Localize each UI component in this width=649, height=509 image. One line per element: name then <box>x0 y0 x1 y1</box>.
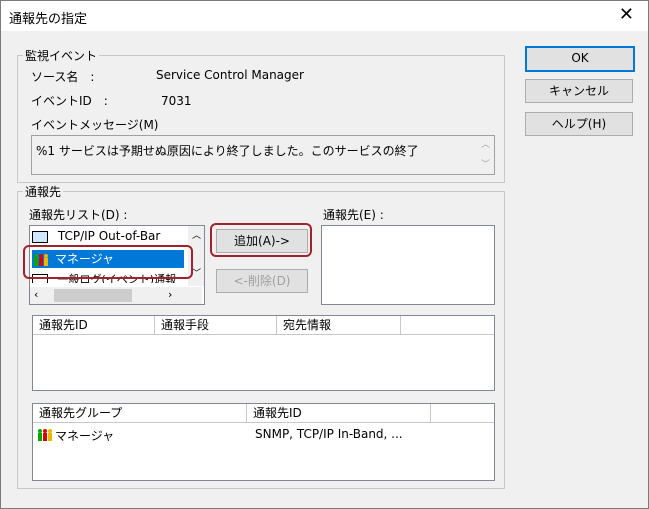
destination-label: 通報先(E) : <box>323 208 384 222</box>
title-bar: 通報先の指定 ✕ <box>1 1 648 31</box>
message-scrollbar[interactable]: ︿ ﹀ <box>478 136 494 174</box>
cancel-button[interactable]: キャンセル <box>525 79 633 103</box>
destination-legend: 通報先 <box>23 183 64 200</box>
column-header-group-ids[interactable]: 通報先ID <box>247 404 431 423</box>
eventid-label: イベントID : <box>31 94 108 108</box>
column-header-filler <box>401 316 494 335</box>
list-hscrollbar[interactable]: ‹ › <box>30 287 202 304</box>
scroll-down-icon[interactable]: ﹀ <box>192 266 201 279</box>
remove-button[interactable]: <-削除(D) <box>216 269 308 293</box>
group-name: マネージャ <box>55 429 115 443</box>
group-ids: SNMP, TCP/IP In-Band, ... <box>255 427 403 441</box>
ok-button[interactable]: OK <box>525 46 635 72</box>
computer-icon <box>32 230 48 243</box>
help-button[interactable]: ヘルプ(H) <box>525 112 633 136</box>
column-header-method[interactable]: 通報手段 <box>155 316 277 335</box>
list-selection-highlight <box>23 245 193 279</box>
scroll-right-icon[interactable]: › <box>168 288 172 301</box>
list-item-label: TCP/IP Out-of-Bar <box>57 229 161 243</box>
destination-detail-table[interactable]: 通報先ID 通報手段 宛先情報 <box>32 315 495 391</box>
source-label: ソース名 : <box>31 70 95 84</box>
column-header-filler <box>431 404 494 423</box>
destination-box[interactable] <box>321 225 495 305</box>
scroll-up-icon[interactable]: ︿ <box>481 137 490 150</box>
message-box[interactable]: %1 サービスは予期せぬ原因により終了しました。このサービスの終了 ︿ ﹀ <box>31 135 495 175</box>
scroll-down-icon[interactable]: ﹀ <box>481 157 490 170</box>
column-header-address[interactable]: 宛先情報 <box>277 316 401 335</box>
column-header-group[interactable]: 通報先グループ <box>33 404 247 423</box>
dialog-title: 通報先の指定 <box>9 12 88 27</box>
table-row[interactable]: マネージャ SNMP, TCP/IP In-Band, ... <box>33 426 494 444</box>
scroll-up-icon[interactable]: ︿ <box>192 228 201 241</box>
hscroll-thumb[interactable] <box>54 289 132 302</box>
manager-icon <box>38 429 52 441</box>
add-button-highlight <box>210 223 312 257</box>
message-label: イベントメッセージ(M) <box>31 118 159 132</box>
destination-group-table[interactable]: 通報先グループ 通報先ID マネージャ SNMP, TCP/IP In-Band… <box>32 403 495 481</box>
destination-list-label: 通報先リスト(D) : <box>29 208 128 222</box>
close-icon[interactable]: ✕ <box>619 5 634 25</box>
message-text: %1 サービスは予期せぬ原因により終了しました。このサービスの終了 <box>36 144 419 158</box>
source-value: Service Control Manager <box>156 68 304 82</box>
monitor-event-legend: 監視イベント <box>23 47 100 64</box>
column-header-destination-id[interactable]: 通報先ID <box>33 316 155 335</box>
eventid-value: 7031 <box>161 94 192 108</box>
scroll-left-icon[interactable]: ‹ <box>34 288 38 301</box>
dialog-window: 通報先の指定 ✕ OK キャンセル ヘルプ(H) 監視イベント ソース名 : S… <box>0 0 649 509</box>
list-item[interactable]: TCP/IP Out-of-Bar <box>32 229 184 245</box>
